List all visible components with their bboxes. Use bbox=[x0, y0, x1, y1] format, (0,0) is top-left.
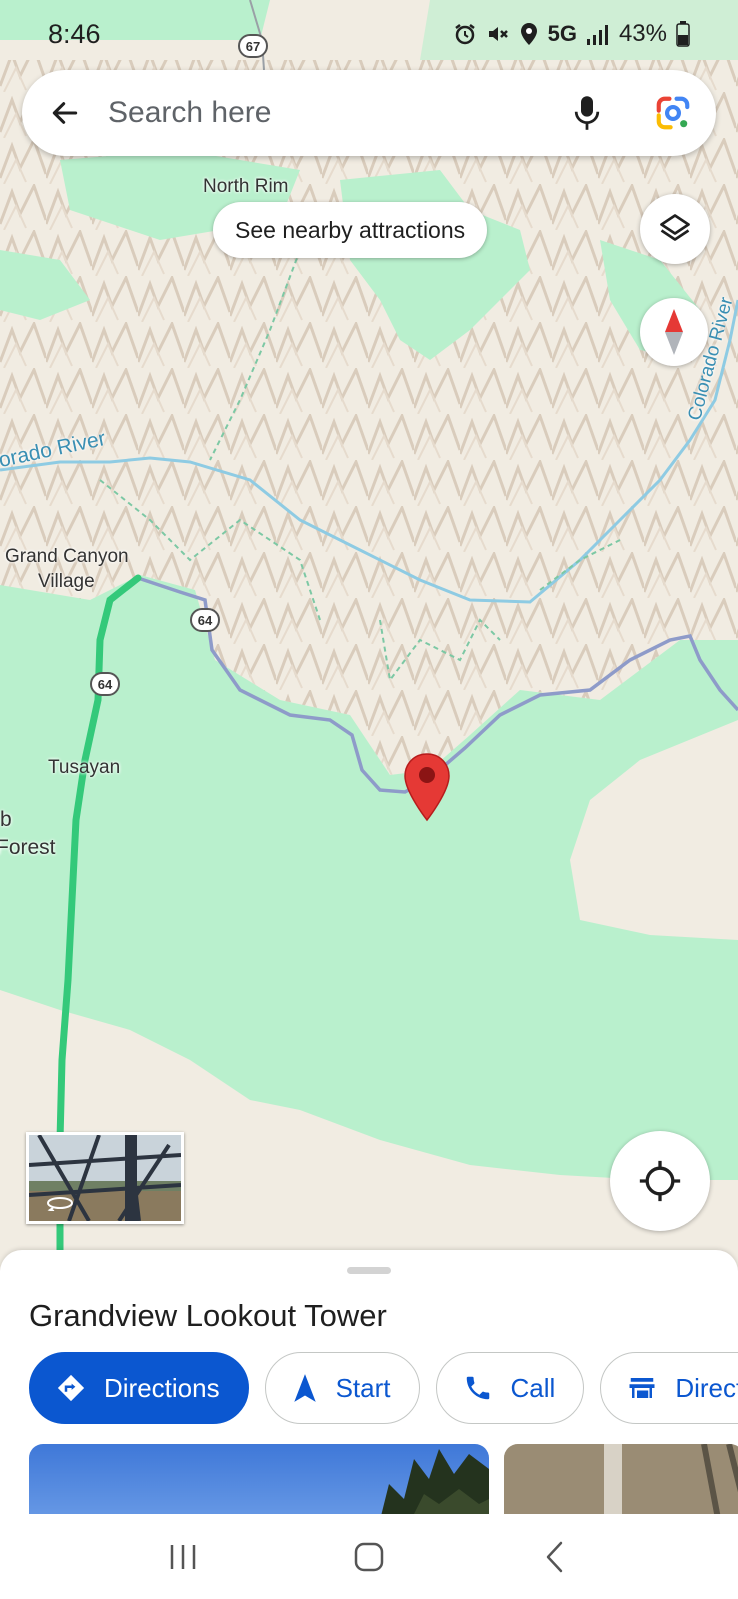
layers-button[interactable] bbox=[640, 194, 710, 264]
back-icon bbox=[546, 1541, 563, 1572]
back-nav-button[interactable] bbox=[515, 1527, 595, 1587]
photo-tower-ground bbox=[504, 1444, 738, 1514]
mute-icon bbox=[488, 27, 508, 41]
label-tusayan: Tusayan bbox=[48, 757, 121, 778]
directions-button[interactable]: Directions bbox=[29, 1352, 249, 1424]
start-button[interactable]: Start bbox=[264, 1352, 420, 1424]
microphone-icon bbox=[574, 96, 600, 130]
street-view-thumbnail[interactable] bbox=[26, 1132, 184, 1224]
my-location-icon bbox=[639, 1160, 681, 1202]
my-location-button[interactable] bbox=[610, 1131, 710, 1231]
road-shield-64-east: 64 bbox=[190, 608, 220, 632]
directory-store-icon bbox=[629, 1378, 655, 1398]
sheet-drag-handle[interactable] bbox=[347, 1267, 391, 1274]
compass-button[interactable] bbox=[640, 298, 708, 366]
place-photo[interactable] bbox=[504, 1444, 738, 1514]
label-forest-1: b bbox=[0, 808, 12, 831]
recent-apps-icon bbox=[170, 1544, 196, 1569]
place-pin-icon[interactable] bbox=[403, 752, 451, 822]
directions-label: Directions bbox=[104, 1372, 220, 1403]
home-icon bbox=[354, 1542, 384, 1571]
status-icons: 5G 43% bbox=[453, 20, 690, 48]
home-button[interactable] bbox=[329, 1527, 409, 1587]
place-photos-row bbox=[29, 1444, 738, 1514]
label-north-rim: North Rim bbox=[203, 176, 289, 197]
signal-icon bbox=[586, 25, 608, 45]
status-bar: 8:46 5G 43% bbox=[0, 0, 738, 68]
directory-label: Directo bbox=[675, 1372, 738, 1403]
network-label: 5G bbox=[547, 21, 577, 46]
navigation-arrow-icon bbox=[293, 1374, 316, 1402]
directory-button[interactable]: Directo bbox=[600, 1352, 738, 1424]
compass-icon bbox=[665, 309, 683, 355]
place-name: Grandview Lookout Tower bbox=[29, 1298, 387, 1333]
map-canvas bbox=[0, 0, 738, 1260]
recent-apps-button[interactable] bbox=[143, 1527, 223, 1587]
see-nearby-attractions-chip[interactable]: See nearby attractions bbox=[213, 202, 488, 258]
voice-search-button[interactable] bbox=[544, 70, 630, 156]
search-input[interactable] bbox=[108, 96, 544, 130]
back-button[interactable] bbox=[22, 70, 108, 156]
street-view-360-icon bbox=[47, 1197, 73, 1211]
place-actions-row: Directions Start Call Directo bbox=[29, 1352, 738, 1424]
label-grand-canyon-village-1: Grand Canyon bbox=[5, 546, 129, 567]
photo-sky-trees bbox=[29, 1444, 489, 1514]
system-nav-bar bbox=[0, 1514, 738, 1599]
road-shield-64-south: 64 bbox=[90, 672, 120, 696]
directions-icon bbox=[57, 1374, 85, 1402]
map-view[interactable]: North Rim orado River Colorado River Gra… bbox=[0, 0, 738, 1260]
battery-icon bbox=[676, 21, 690, 47]
search-bar bbox=[22, 70, 716, 156]
place-photo[interactable] bbox=[29, 1444, 489, 1514]
battery-label: 43% bbox=[618, 20, 667, 47]
call-label: Call bbox=[510, 1372, 556, 1403]
label-grand-canyon-village-2: Village bbox=[38, 571, 95, 592]
phone-icon bbox=[466, 1376, 489, 1400]
label-forest-2: Forest bbox=[0, 836, 56, 859]
google-lens-icon bbox=[656, 96, 690, 130]
location-icon bbox=[520, 23, 537, 45]
place-bottom-sheet[interactable]: Grandview Lookout Tower Directions Start… bbox=[0, 1250, 738, 1514]
status-time: 8:46 bbox=[48, 18, 101, 49]
alarm-icon bbox=[454, 24, 475, 45]
layers-icon bbox=[660, 214, 690, 241]
call-button[interactable]: Call bbox=[435, 1352, 585, 1424]
google-lens-button[interactable] bbox=[630, 70, 716, 156]
start-label: Start bbox=[335, 1372, 391, 1403]
back-arrow-icon bbox=[52, 102, 78, 124]
